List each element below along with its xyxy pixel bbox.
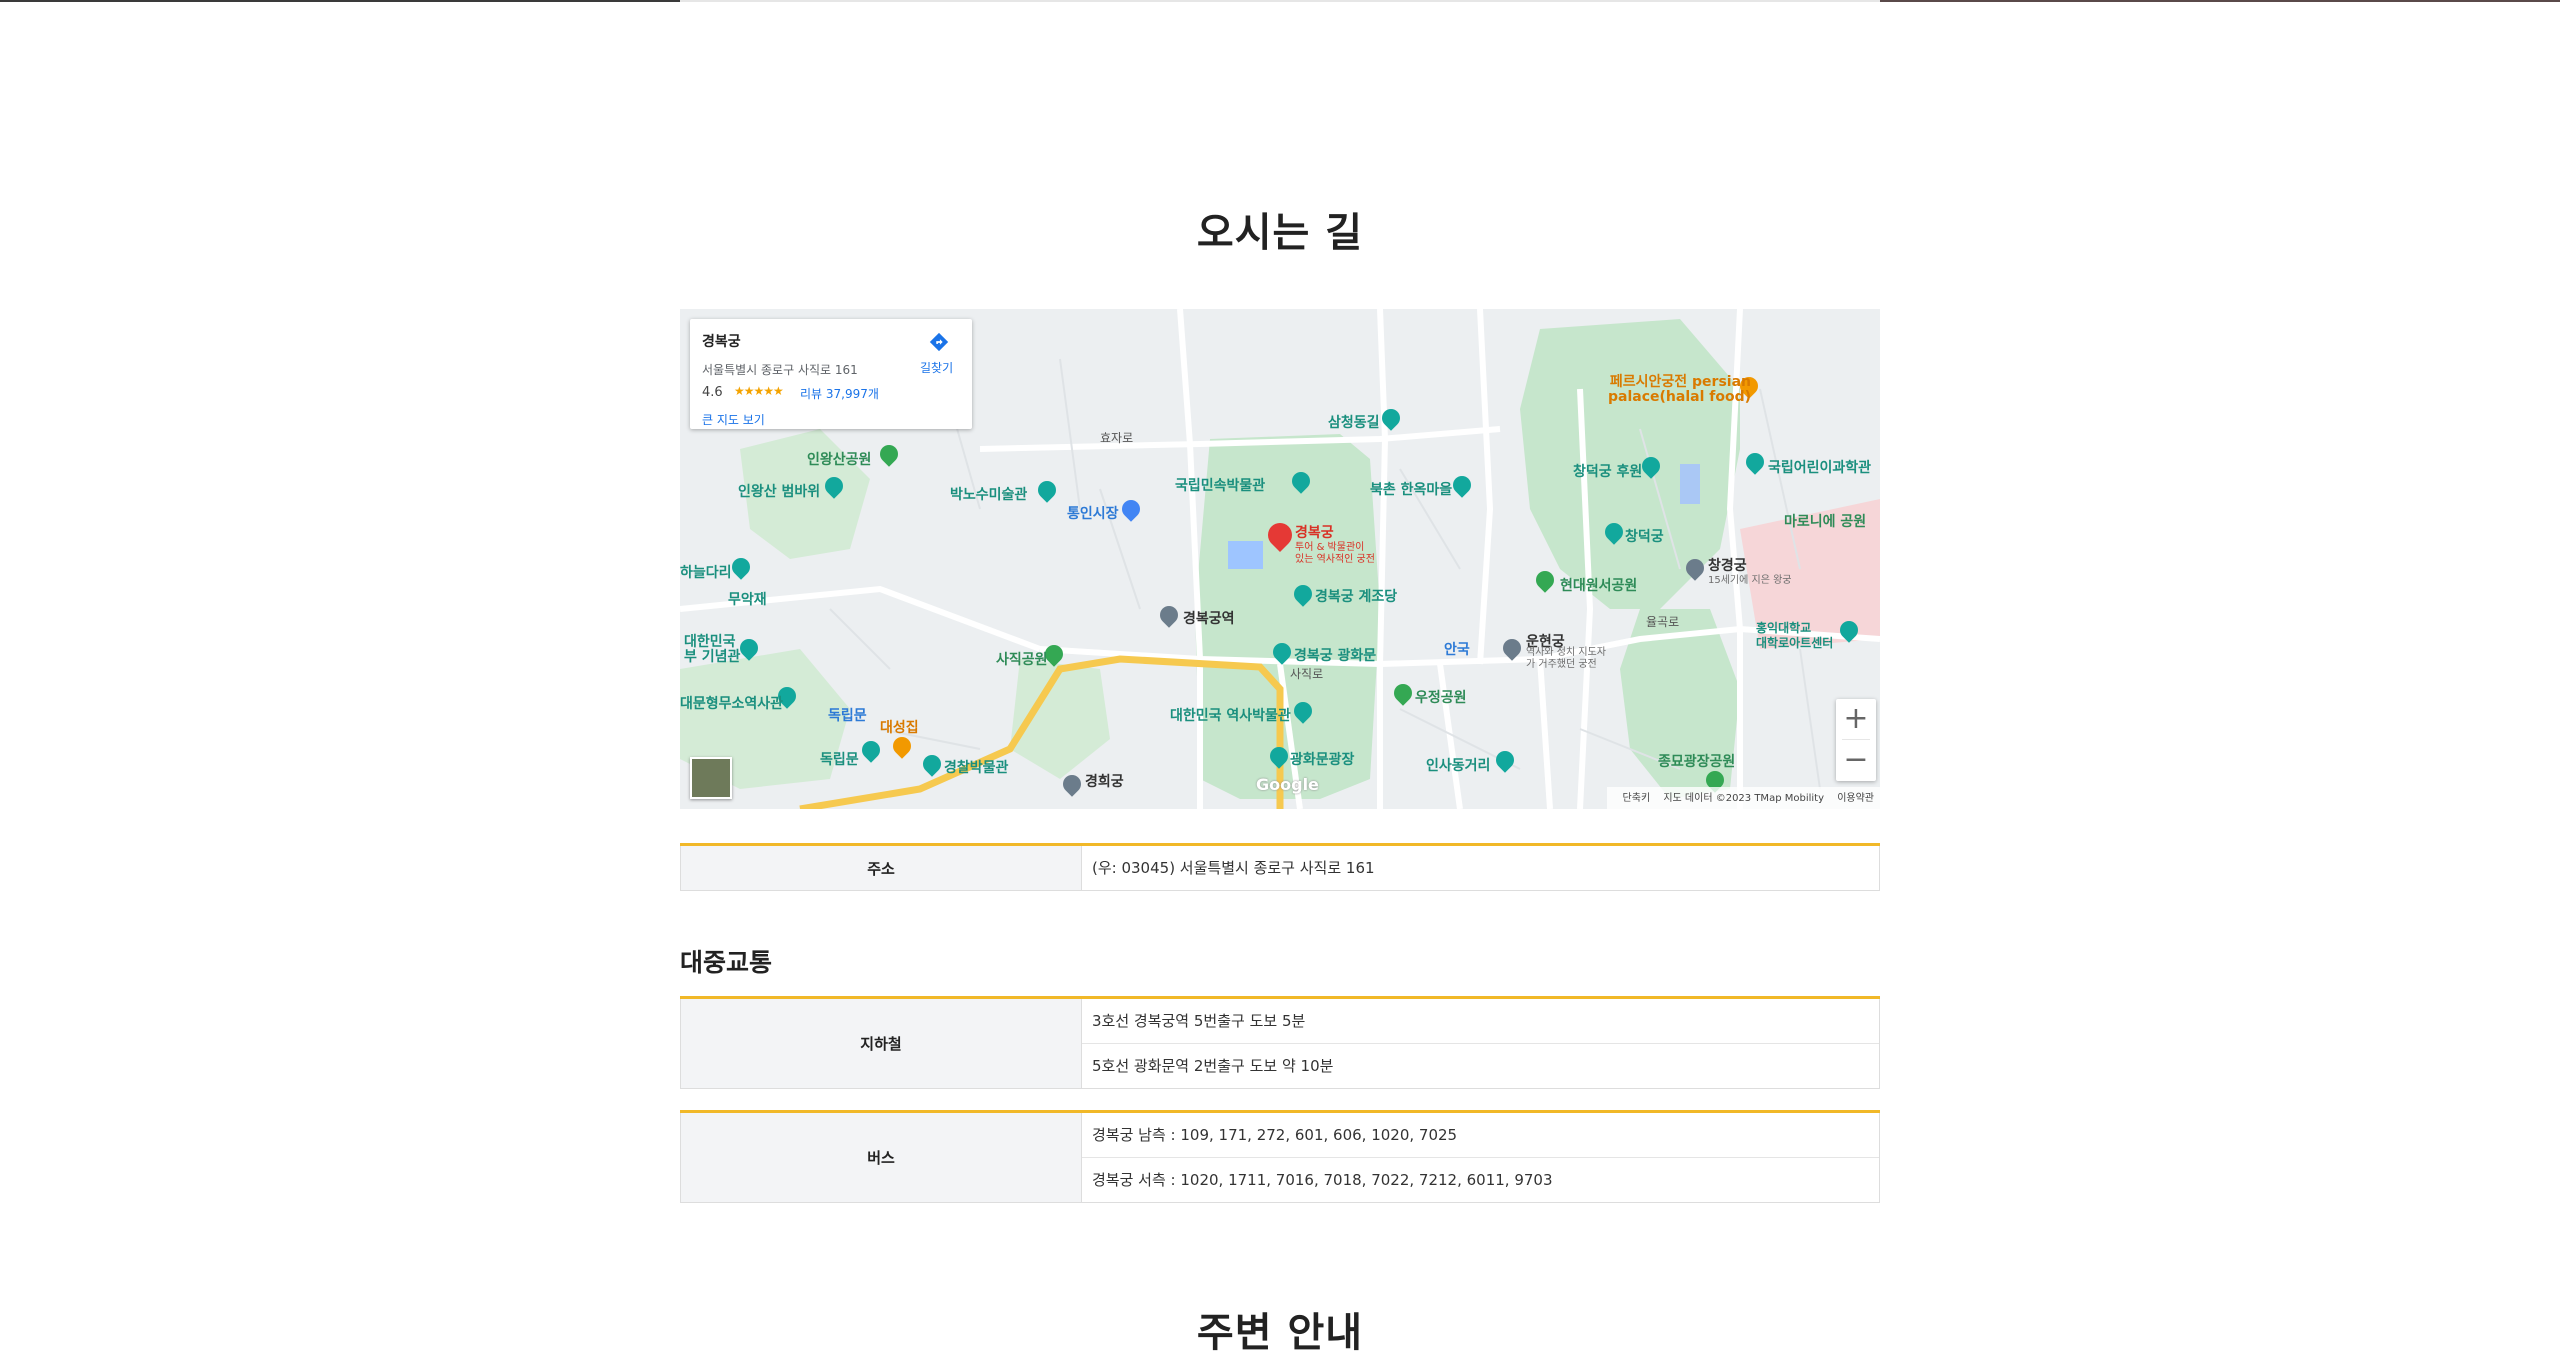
poi-label-independence-hall[interactable]: 대한민국 부 기념관 bbox=[684, 635, 740, 665]
subway-row: 지하철 3호선 경복궁역 5번출구 도보 5분 5호선 광화문역 2번출구 도보… bbox=[680, 999, 1880, 1089]
section-title: 오시는 길 bbox=[1196, 210, 1364, 256]
poi-label-bukchon[interactable]: 북촌 한옥마을 bbox=[1370, 479, 1452, 499]
place-address: 서울특별시 종로구 사직로 161 bbox=[702, 363, 858, 377]
road-label-sajikro: 사직로 bbox=[1290, 667, 1324, 681]
satellite-toggle-button[interactable] bbox=[690, 757, 732, 799]
place-info-card: 경복궁 서울특별시 종로구 사직로 161 4.6 ★★★★★ 리뷰 37,99… bbox=[690, 319, 972, 429]
directions-link[interactable]: 길찾기 bbox=[920, 359, 953, 376]
place-name: 경복궁 bbox=[702, 334, 741, 350]
poi-label-parknosu[interactable]: 박노수미술관 bbox=[950, 484, 1027, 504]
subway-line: 3호선 경복궁역 5번출구 도보 5분 bbox=[1082, 999, 1879, 1044]
poi-label-haneuldari[interactable]: 하늘다리 bbox=[680, 562, 732, 582]
top-border-center bbox=[680, 0, 1880, 2]
address-value: (우: 03045) 서울특별시 종로구 사직로 161 bbox=[1092, 859, 1375, 877]
poi-label-inwangsan-park[interactable]: 인왕산공원 bbox=[807, 449, 871, 469]
place-rating: 4.6 bbox=[702, 385, 723, 400]
reviews-link[interactable]: 리뷰 37,997개 bbox=[800, 385, 879, 402]
poi-label-woojeong-park[interactable]: 우정공원 bbox=[1415, 687, 1467, 707]
poi-label-history-museum[interactable]: 대한민국 역사박물관 bbox=[1170, 705, 1291, 725]
poi-label-gwanghwamun[interactable]: 경복궁 광화문 bbox=[1294, 645, 1376, 665]
address-row: 주소 (우: 03045) 서울특별시 종로구 사직로 161 bbox=[680, 846, 1880, 891]
directions-icon[interactable] bbox=[928, 331, 950, 353]
map-data-text: 지도 데이터 ©2023 TMap Mobility bbox=[1663, 793, 1824, 804]
subway-label: 지하철 bbox=[680, 999, 1082, 1088]
subway-line: 5호선 광화문역 2번출구 도보 약 10분 bbox=[1092, 1057, 1334, 1075]
address-table: 주소 (우: 03045) 서울특별시 종로구 사직로 161 bbox=[680, 843, 1880, 891]
road-label-hyojaro: 효자로 bbox=[1100, 431, 1134, 445]
marker-subtitle-2: 있는 역사적인 궁전 bbox=[1295, 554, 1375, 565]
poi-label-jongmyo-park[interactable]: 종묘광장공원 bbox=[1658, 751, 1735, 771]
poi-label-gwanghwamun-square[interactable]: 광화문광장 bbox=[1290, 749, 1354, 769]
google-logo: Google bbox=[1256, 775, 1319, 794]
poi-label-seodaemun-prison[interactable]: 대문형무소역사관 bbox=[680, 693, 783, 713]
next-section-title: 주변 안내 bbox=[1196, 1310, 1364, 1356]
bus-line: 경복궁 남측 : 109, 171, 272, 601, 606, 1020, … bbox=[1082, 1113, 1879, 1158]
poi-label-dongnimmun[interactable]: 독립문 bbox=[820, 749, 859, 769]
bus-row: 버스 경복궁 남측 : 109, 171, 272, 601, 606, 102… bbox=[680, 1113, 1880, 1203]
poi-label-insadong[interactable]: 인사동거리 bbox=[1426, 755, 1490, 775]
poi-label-gyeonghuigung[interactable]: 경희궁 bbox=[1085, 771, 1124, 791]
bus-table: 버스 경복궁 남측 : 109, 171, 272, 601, 606, 102… bbox=[680, 1110, 1880, 1203]
embedded-map[interactable]: 경복궁 서울특별시 종로구 사직로 161 4.6 ★★★★★ 리뷰 37,99… bbox=[680, 309, 1880, 809]
rating-stars-icon: ★★★★★ bbox=[734, 384, 784, 398]
keyboard-shortcuts-link[interactable]: 단축키 bbox=[1623, 793, 1651, 804]
poi-label-persian-palace[interactable]: 페르시안궁전 persian palace(halal food) bbox=[1608, 375, 1751, 405]
terms-link[interactable]: 이용약관 bbox=[1837, 793, 1874, 804]
zoom-out-button[interactable]: − bbox=[1836, 740, 1876, 780]
top-border-right bbox=[1880, 0, 2560, 2]
poi-label-dongnimmun-station[interactable]: 독립문 bbox=[828, 705, 867, 725]
poi-label-police-museum[interactable]: 경찰박물관 bbox=[944, 757, 1008, 777]
poi-label-tongin-market[interactable]: 통인시장 bbox=[1067, 503, 1119, 523]
zoom-controls: + − bbox=[1836, 699, 1876, 781]
poi-label-marronnier-park[interactable]: 마로니에 공원 bbox=[1784, 511, 1866, 531]
poi-label-changdeokgung-garden[interactable]: 창덕궁 후원 bbox=[1573, 461, 1642, 481]
poi-label-changdeokgung[interactable]: 창덕궁 bbox=[1625, 526, 1664, 546]
transit-heading: 대중교통 bbox=[680, 948, 773, 977]
map-attribution: 단축키 지도 데이터 ©2023 TMap Mobility 이용약관 bbox=[1606, 787, 1880, 809]
bus-line: 경복궁 서측 : 1020, 1711, 7016, 7018, 7022, 7… bbox=[1092, 1171, 1553, 1189]
view-larger-map-link[interactable]: 큰 지도 보기 bbox=[702, 411, 765, 428]
poi-label-muakjae[interactable]: 무악재 bbox=[728, 589, 767, 609]
poi-label-hyundai-park[interactable]: 현대원서공원 bbox=[1560, 575, 1637, 595]
address-label: 주소 bbox=[680, 846, 1082, 890]
poi-label-inwangsan-rock[interactable]: 인왕산 범바위 bbox=[738, 481, 820, 501]
poi-label-sajik-park[interactable]: 사직공원 bbox=[996, 649, 1048, 669]
poi-label-hongik-art[interactable]: 홍익대학교 대학로아트센터 bbox=[1756, 621, 1833, 651]
bus-label: 버스 bbox=[680, 1113, 1082, 1202]
zoom-in-button[interactable]: + bbox=[1836, 699, 1876, 739]
poi-sublabel-changgyeonggung: 15세기에 지은 왕궁 bbox=[1708, 575, 1792, 586]
poi-label-samcheong[interactable]: 삼청동길 bbox=[1328, 412, 1380, 432]
top-border-left bbox=[0, 0, 680, 2]
poi-label-gyeongbokgung-station[interactable]: 경복궁역 bbox=[1183, 608, 1235, 628]
subway-table: 지하철 3호선 경복궁역 5번출구 도보 5분 5호선 광화문역 2번출구 도보… bbox=[680, 996, 1880, 1089]
poi-label-daeseongjip[interactable]: 대성집 bbox=[880, 717, 919, 737]
poi-label-anguk-station[interactable]: 안국 bbox=[1444, 639, 1470, 659]
poi-label-gyejodang[interactable]: 경복궁 계조당 bbox=[1315, 586, 1397, 606]
poi-label-folk-museum[interactable]: 국립민속박물관 bbox=[1175, 475, 1265, 495]
poi-sublabel-unhyeongung: 역사와 정치 지도자 가 거주했던 궁전 bbox=[1526, 647, 1606, 670]
poi-label-children-museum[interactable]: 국립어린이과학관 bbox=[1768, 457, 1871, 477]
road-label-yulgokro: 율곡로 bbox=[1646, 615, 1680, 629]
